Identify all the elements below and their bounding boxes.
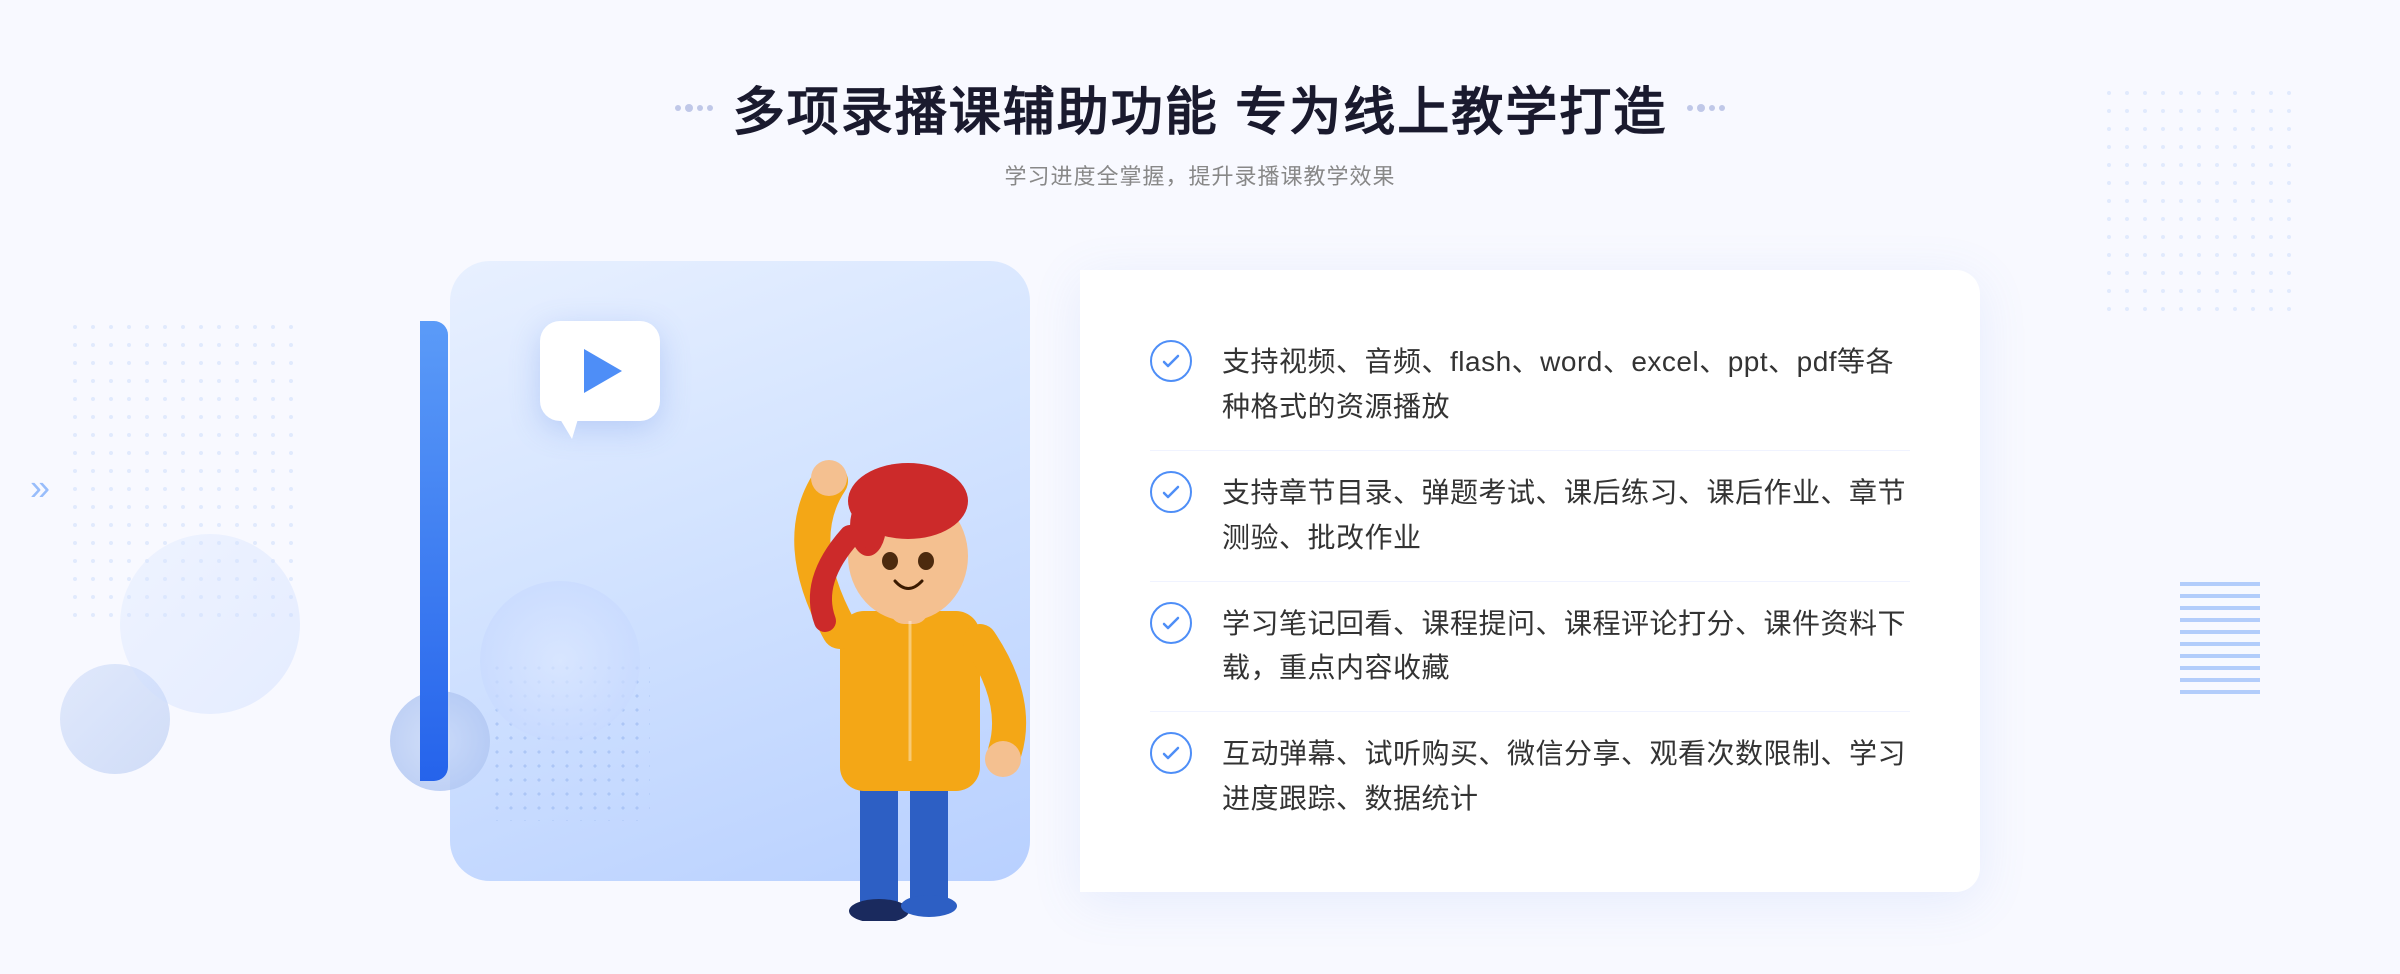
play-speech-bubble <box>540 321 660 421</box>
page-title: 多项录播课辅助功能 专为线上教学打造 <box>733 70 1667 145</box>
feature-text-4: 互动弹幕、试听购买、微信分享、观看次数限制、学习进度跟踪、数据统计 <box>1222 732 1910 822</box>
blue-sidebar-bar <box>420 321 448 781</box>
page-subtitle: 学习进度全掌握，提升录播课教学效果 <box>675 159 1725 191</box>
character-illustration <box>750 381 1070 921</box>
features-panel: 支持视频、音频、flash、word、excel、ppt、pdf等各种格式的资源… <box>1080 270 1980 891</box>
left-arrow-icon[interactable]: » <box>30 467 50 508</box>
feature-item-1: 支持视频、音频、flash、word、excel、ppt、pdf等各种格式的资源… <box>1150 320 1910 450</box>
check-icon-3 <box>1150 602 1192 644</box>
header-section: 多项录播课辅助功能 专为线上教学打造 学习进度全掌握，提升录播课教学效果 <box>675 70 1725 191</box>
feature-text-1: 支持视频、音频、flash、word、excel、ppt、pdf等各种格式的资源… <box>1222 340 1910 430</box>
left-nav-arrows[interactable]: » <box>30 465 50 510</box>
feature-item-3: 学习笔记回看、课程提问、课程评论打分、课件资料下载，重点内容收藏 <box>1150 581 1910 712</box>
play-icon-container <box>540 321 660 421</box>
check-icon-4 <box>1150 732 1192 774</box>
feature-text-3: 学习笔记回看、课程提问、课程评论打分、课件资料下载，重点内容收藏 <box>1222 602 1910 692</box>
decorator-dots-left <box>675 104 713 112</box>
check-icon-1 <box>1150 340 1192 382</box>
decorator-dots-right <box>1687 104 1725 112</box>
main-content: 支持视频、音频、flash、word、excel、ppt、pdf等各种格式的资源… <box>400 241 2000 921</box>
feature-text-2: 支持章节目录、弹题考试、课后练习、课后作业、章节测验、批改作业 <box>1222 471 1910 561</box>
header-decorators: 多项录播课辅助功能 专为线上教学打造 <box>675 70 1725 145</box>
illustration-container <box>420 241 1100 921</box>
feature-item-4: 互动弹幕、试听购买、微信分享、观看次数限制、学习进度跟踪、数据统计 <box>1150 711 1910 842</box>
check-icon-2 <box>1150 471 1192 513</box>
play-triangle-icon <box>584 349 622 393</box>
page-container: » 多项录播课辅助功能 专为线上教学打造 学习进度全掌握，提升录播课教学效果 <box>0 0 2400 974</box>
feature-item-2: 支持章节目录、弹题考试、课后练习、课后作业、章节测验、批改作业 <box>1150 450 1910 581</box>
stripe-decoration <box>2180 574 2260 694</box>
circle-decoration-2 <box>480 581 640 741</box>
